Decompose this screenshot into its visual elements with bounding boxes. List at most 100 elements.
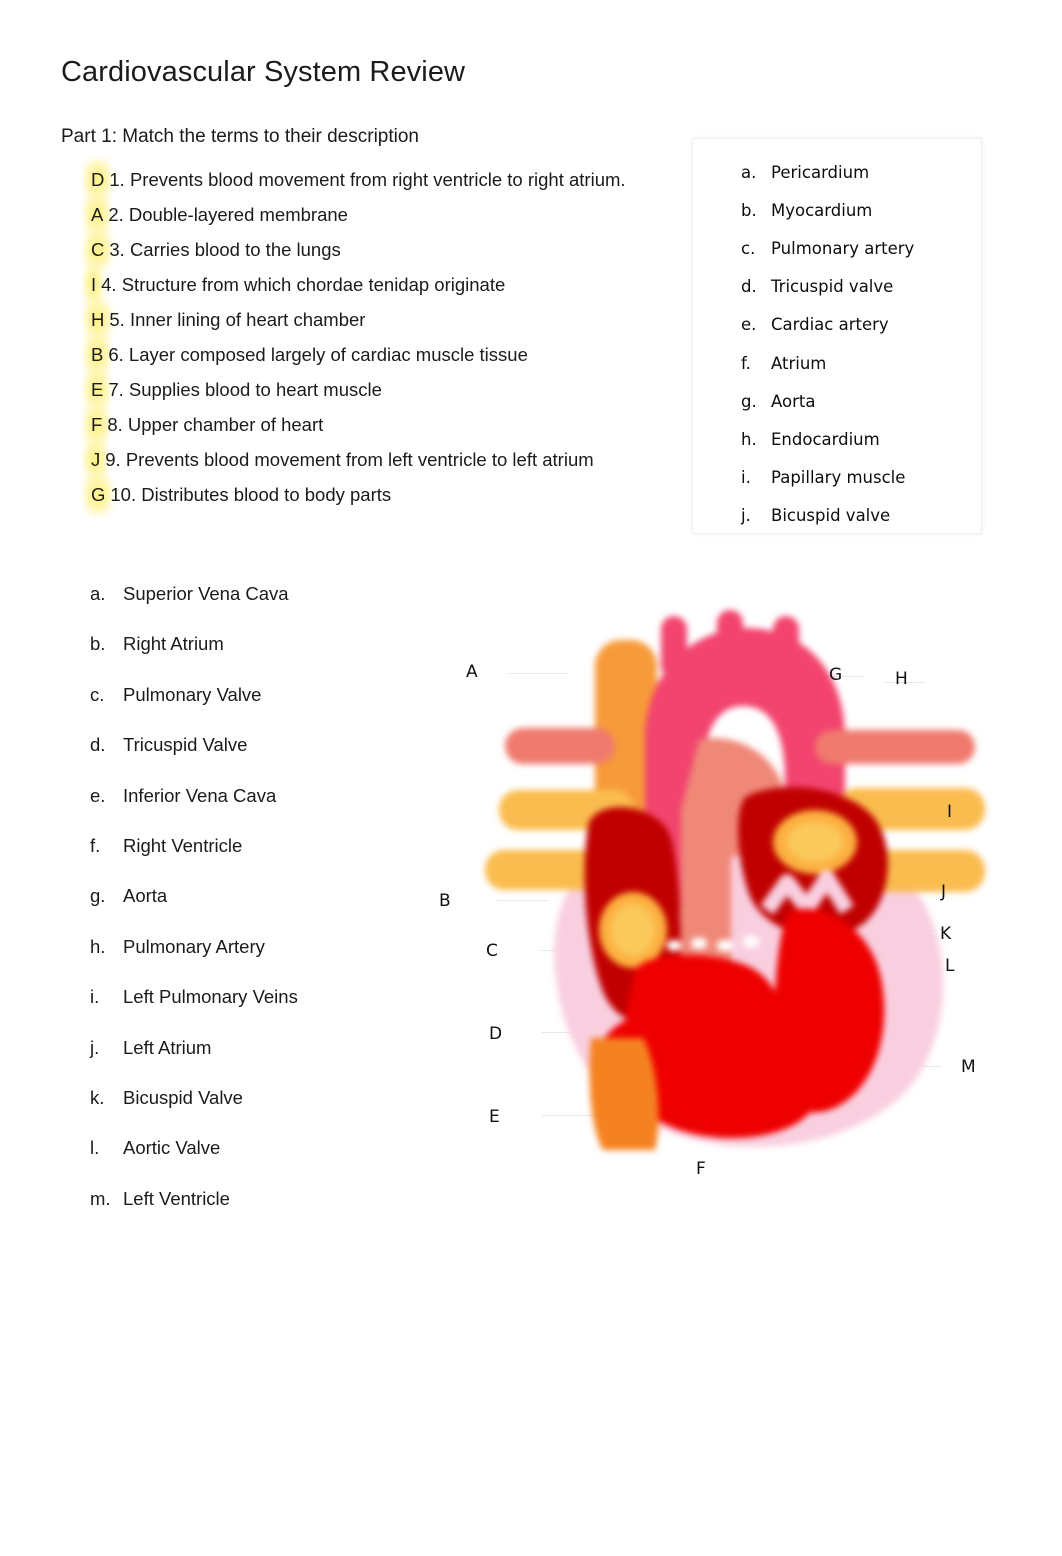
bank-letter-b: b. [741, 200, 757, 220]
match-description-10: 10. Distributes blood to body parts [110, 484, 392, 505]
bank-letter-f: f. [741, 353, 751, 373]
answer-letter-1[interactable]: D [88, 162, 107, 197]
parts-item-g: g. Aorta [90, 885, 420, 935]
match-description-2: 2. Double-layered membrane [108, 204, 348, 225]
parts-item-h: h. Pulmonary Artery [90, 936, 420, 986]
answer-letter-10[interactable]: G [88, 477, 108, 512]
diagram-label-g: G [829, 665, 843, 685]
diagram-label-e: E [489, 1107, 500, 1127]
answer-letter-8[interactable]: F [88, 407, 105, 442]
answer-letter-3[interactable]: C [88, 232, 107, 267]
diagram-label-i: I [947, 802, 953, 822]
diagram-label-m: M [961, 1057, 976, 1077]
parts-label-a: Superior Vena Cava [123, 583, 289, 604]
parts-item-f: f. Right Ventricle [90, 835, 420, 885]
parts-label-j: Left Atrium [123, 1036, 212, 1058]
bank-label-i: Papillary muscle [771, 468, 906, 488]
parts-item-i: i. Left Pulmonary Veins [90, 986, 420, 1036]
parts-item-m: m. Left Ventricle [90, 1188, 420, 1238]
match-item: G 10. Distributes blood to body parts [88, 477, 688, 512]
match-description-5: 5. Inner lining of heart chamber [109, 309, 366, 330]
answer-letter-6[interactable]: B [88, 337, 106, 372]
part1-match-list: D 1. Prevents blood movement from right v… [88, 162, 688, 512]
answer-letter-5[interactable]: H [88, 302, 107, 337]
bank-label-g: Aorta [771, 391, 816, 411]
match-item: D 1. Prevents blood movement from right v… [88, 162, 688, 197]
diagram-label-d: D [489, 1024, 503, 1044]
match-description-6: 6. Layer composed largely of cardiac mus… [108, 344, 528, 365]
bank-letter-i: i. [741, 468, 751, 488]
diagram-label-f: F [696, 1159, 706, 1179]
match-description-9: 9. Prevents blood movement from left ven… [105, 449, 594, 470]
match-item: A 2. Double-layered membrane [88, 197, 688, 232]
diagram-label-l: L [945, 956, 955, 976]
bank-label-j: Bicuspid valve [771, 506, 891, 526]
match-description-4: 4. Structure from which chordae tenidap … [101, 274, 506, 295]
bank-letter-d: d. [741, 277, 757, 297]
parts-item-l: l. Aortic Valve [90, 1137, 420, 1187]
diagram-label-a: A [466, 662, 478, 682]
parts-label-f: Right Ventricle [123, 834, 243, 856]
match-item: H 5. Inner lining of heart chamber [88, 302, 688, 337]
parts-letter-l: l. [90, 1137, 100, 1159]
parts-label-e: Inferior Vena Cava [123, 784, 277, 806]
diagram-label-b: B [439, 891, 451, 911]
answer-bank-item-h: h. Endocardium [741, 420, 971, 458]
answer-letter-4[interactable]: I [88, 267, 99, 302]
parts-label-h: Pulmonary Artery [123, 935, 265, 957]
parts-letter-k: k. [90, 1086, 105, 1108]
parts-letter-a: a. [90, 583, 106, 604]
answer-letter-7[interactable]: E [88, 372, 106, 407]
parts-letter-d: d. [90, 734, 106, 756]
part1-heading: Part 1: Match the terms to their descrip… [61, 126, 419, 147]
bank-letter-h: h. [741, 429, 757, 449]
worksheet-page: Cardiovascular System Review Part 1: Mat… [0, 0, 1062, 1556]
bank-label-e: Cardiac artery [771, 315, 889, 335]
parts-letter-f: f. [90, 834, 101, 856]
match-item: E 7. Supplies blood to heart muscle [88, 372, 688, 407]
answer-bank-item-f: f. Atrium [741, 344, 971, 382]
bank-label-f: Atrium [771, 353, 827, 373]
bank-label-h: Endocardium [771, 429, 880, 449]
answer-bank-item-c: c. Pulmonary artery [741, 229, 971, 267]
match-description-7: 7. Supplies blood to heart muscle [108, 379, 382, 400]
answer-bank-item-d: d. Tricuspid valve [741, 268, 971, 306]
answer-letter-9[interactable]: J [88, 442, 103, 477]
bank-label-d: Tricuspid valve [771, 277, 894, 297]
answer-letter-2[interactable]: A [88, 197, 106, 232]
parts-letter-e: e. [90, 784, 106, 806]
answer-bank-list: a. Pericardium b. Myocardium c. Pulmonary a… [741, 153, 971, 535]
answer-bank-item-a: a. Pericardium [741, 153, 971, 191]
parts-letter-i: i. [90, 986, 100, 1008]
parts-item-d: d. Tricuspid Valve [90, 734, 420, 784]
parts-letter-g: g. [90, 885, 106, 907]
parts-item-b: b. Right Atrium [90, 633, 420, 683]
heart-diagram: A B C D E F G H I J K L M [430, 600, 1030, 1200]
bank-letter-g: g. [741, 391, 757, 411]
diagram-label-k: K [940, 924, 952, 944]
diagram-label-h: H [895, 669, 908, 689]
parts-item-a: a. Superior Vena Cava [90, 583, 420, 633]
page-title: Cardiovascular System Review [61, 56, 466, 88]
diagram-label-j: J [941, 882, 947, 902]
parts-item-e: e. Inferior Vena Cava [90, 785, 420, 835]
answer-bank-item-g: g. Aorta [741, 382, 971, 420]
bank-label-a: Pericardium [771, 162, 870, 182]
parts-label-c: Pulmonary Valve [123, 683, 262, 705]
match-item: I 4. Structure from which chordae tenidap… [88, 267, 688, 302]
answer-bank-box: a. Pericardium b. Myocardium c. Pulmonary a… [692, 138, 982, 534]
parts-label-m: Left Ventricle [123, 1187, 230, 1209]
match-item: F 8. Upper chamber of heart [88, 407, 688, 442]
bank-label-b: Myocardium [771, 200, 873, 220]
match-item: B 6. Layer composed largely of cardiac mu… [88, 337, 688, 372]
answer-bank-item-e: e. Cardiac artery [741, 306, 971, 344]
bank-letter-e: e. [741, 315, 757, 335]
bank-letter-j: j. [741, 506, 751, 526]
match-description-1: 1. Prevents blood movement from right ve… [109, 169, 626, 190]
match-description-8: 8. Upper chamber of heart [107, 414, 324, 435]
parts-letter-b: b. [90, 633, 106, 655]
match-item: C 3. Carries blood to the lungs [88, 232, 688, 267]
parts-letter-m: m. [90, 1187, 111, 1209]
part2-parts-list: a. Superior Vena Cava b. Right Atrium c. Pu… [90, 583, 420, 1238]
answer-bank-item-b: b. Myocardium [741, 191, 971, 229]
